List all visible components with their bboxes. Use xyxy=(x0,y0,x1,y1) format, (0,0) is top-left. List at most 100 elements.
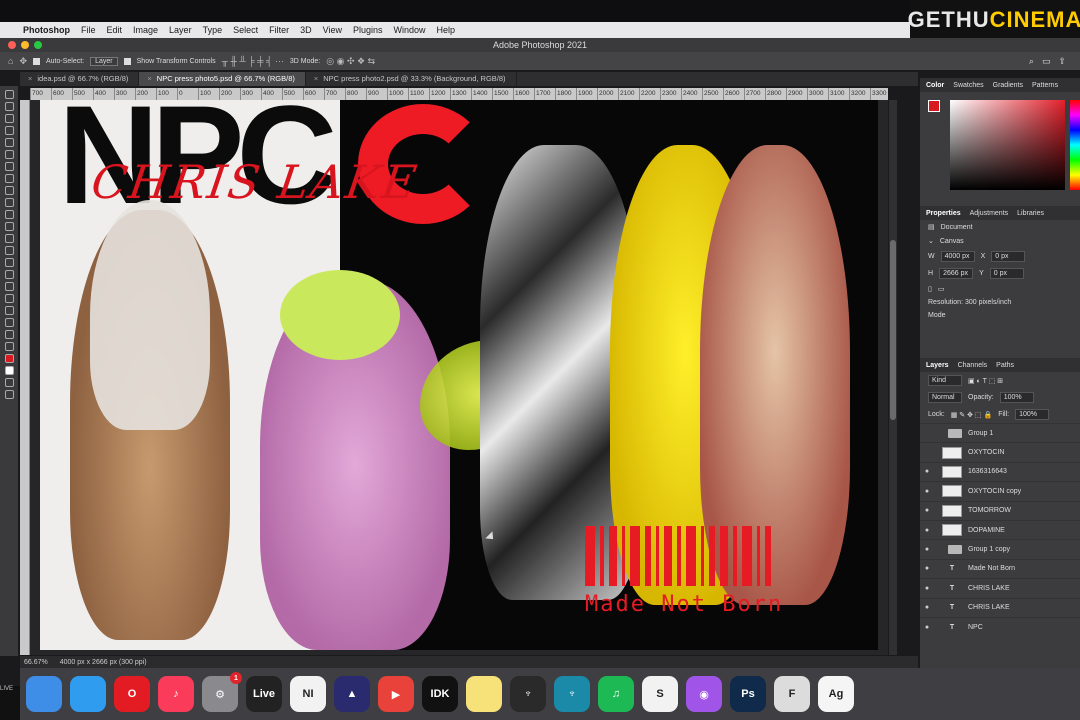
move-tool[interactable] xyxy=(4,90,14,99)
vertical-scrollbar[interactable] xyxy=(889,100,897,655)
layer-row[interactable]: ● T CHRIS LAKE xyxy=(920,597,1080,617)
document-info[interactable]: 4000 px x 2666 px (300 ppi) xyxy=(60,659,147,666)
move-tool-icon[interactable]: ✥ xyxy=(19,56,27,67)
3d-tools-icons[interactable]: ◎ ◉ ✣ ❖ ⇆ xyxy=(326,56,375,67)
menu-plugins[interactable]: Plugins xyxy=(353,25,383,35)
visibility-eye-icon[interactable]: ● xyxy=(920,585,934,592)
screen-mode-tool[interactable] xyxy=(4,390,14,399)
brush-tool[interactable] xyxy=(4,186,14,195)
eyedropper-tool[interactable] xyxy=(4,162,14,171)
dock-idk-icon[interactable]: IDK xyxy=(422,676,458,712)
dock-podcasts-icon[interactable]: ◉ xyxy=(686,676,722,712)
document-tab[interactable]: × idea.psd @ 66.7% (RGB/8) xyxy=(20,72,140,86)
menu-type[interactable]: Type xyxy=(203,25,223,35)
dock-photoshop-icon[interactable]: Ps xyxy=(730,676,766,712)
layer-kind-filter[interactable]: Kind xyxy=(928,375,962,386)
zoom-window-icon[interactable] xyxy=(34,41,42,49)
more-tools[interactable] xyxy=(4,342,14,351)
dock-live-icon[interactable]: Live xyxy=(246,676,282,712)
document-tab-active[interactable]: × NPC press photo5.psd @ 66.7% (RGB/8) xyxy=(139,72,306,86)
shape-tool[interactable] xyxy=(4,306,14,315)
menu-app-name[interactable]: Photoshop xyxy=(23,25,70,35)
layer-row[interactable]: OXYTOCIN xyxy=(920,442,1080,461)
close-tab-icon[interactable]: × xyxy=(147,74,151,83)
dock-console-1-icon[interactable]: ♆ xyxy=(510,676,546,712)
dock-protools-icon[interactable]: ▲ xyxy=(334,676,370,712)
visibility-eye-icon[interactable]: ● xyxy=(920,507,934,514)
transform-controls-checkbox[interactable] xyxy=(123,57,131,65)
type-tool[interactable] xyxy=(4,282,14,291)
blur-tool[interactable] xyxy=(4,246,14,255)
eraser-tool[interactable] xyxy=(4,222,14,231)
history-brush-tool[interactable] xyxy=(4,210,14,219)
width-field[interactable]: 4000 px xyxy=(940,251,975,262)
dock-fontbook-icon[interactable]: F xyxy=(774,676,810,712)
foreground-color-swatch[interactable] xyxy=(4,354,14,363)
menu-view[interactable]: View xyxy=(323,25,342,35)
visibility-eye-icon[interactable]: ● xyxy=(920,624,934,631)
opacity-field[interactable]: 100% xyxy=(999,392,1034,403)
crop-tool[interactable] xyxy=(4,138,14,147)
tab-libraries[interactable]: Libraries xyxy=(1017,210,1044,217)
close-tab-icon[interactable]: × xyxy=(28,74,32,83)
dock-spotify-icon[interactable]: ♫ xyxy=(598,676,634,712)
menu-help[interactable]: Help xyxy=(437,25,456,35)
background-color-swatch[interactable] xyxy=(4,366,14,375)
visibility-eye-icon[interactable]: ● xyxy=(920,546,934,553)
frame-tool[interactable] xyxy=(4,150,14,159)
tab-adjustments[interactable]: Adjustments xyxy=(970,210,1009,217)
color-picker-field[interactable] xyxy=(950,100,1065,190)
tab-swatches[interactable]: Swatches xyxy=(953,82,983,89)
tab-channels[interactable]: Channels xyxy=(958,362,988,369)
layer-row[interactable]: ● T Made Not Born xyxy=(920,558,1080,578)
layer-row[interactable]: ● 1636316643 xyxy=(920,461,1080,481)
lock-icons[interactable]: ▦ ✎ ✥ ⬚ 🔒 xyxy=(951,411,992,419)
layer-row[interactable]: ● OXYTOCIN copy xyxy=(920,481,1080,500)
layer-row[interactable]: ● TOMORROW xyxy=(920,500,1080,520)
dodge-tool[interactable] xyxy=(4,258,14,267)
horizontal-ruler[interactable]: 700 600 500 400 300 200 100 0 100 200 300 400 500 600… xyxy=(30,88,888,100)
y-field[interactable]: 0 px xyxy=(989,268,1024,279)
zoom-level[interactable]: 66.67% xyxy=(24,659,48,666)
chevron-down-icon[interactable]: ⌄ xyxy=(928,237,934,245)
dock-notes-icon[interactable] xyxy=(466,676,502,712)
minimize-window-icon[interactable] xyxy=(21,41,29,49)
visibility-eye-icon[interactable]: ● xyxy=(920,527,934,534)
tab-layers[interactable]: Layers xyxy=(926,362,949,369)
foreground-swatch[interactable] xyxy=(928,100,940,112)
portrait-icon[interactable]: ▯ xyxy=(928,285,932,293)
home-icon[interactable]: ⌂ xyxy=(8,56,13,66)
path-select-tool[interactable] xyxy=(4,294,14,303)
hand-tool[interactable] xyxy=(4,318,14,327)
layer-row[interactable]: ● T NPC xyxy=(920,616,1080,636)
menu-layer[interactable]: Layer xyxy=(169,25,192,35)
dock-ni-icon[interactable]: NI xyxy=(290,676,326,712)
landscape-icon[interactable]: ▭ xyxy=(938,285,945,293)
menu-image[interactable]: Image xyxy=(133,25,158,35)
dock-font-file-icon[interactable]: Ag xyxy=(818,676,854,712)
dock-system-preferences-icon[interactable]: ⚙ 1 xyxy=(202,672,242,712)
quick-select-tool[interactable] xyxy=(4,126,14,135)
healing-tool[interactable] xyxy=(4,174,14,183)
filter-icons[interactable]: ▣ ◐ T ⬚ ⊞ xyxy=(968,377,1003,385)
tab-properties[interactable]: Properties xyxy=(926,210,961,217)
canvas-section[interactable]: ⌄ Canvas xyxy=(920,234,1080,248)
vertical-ruler[interactable] xyxy=(20,100,30,655)
layer-row[interactable]: ● DOPAMINE xyxy=(920,519,1080,539)
dock-opera-icon[interactable]: O xyxy=(114,676,150,712)
blend-mode-dropdown[interactable]: Normal xyxy=(928,392,962,403)
marquee-tool[interactable] xyxy=(4,102,14,111)
menu-edit[interactable]: Edit xyxy=(107,25,123,35)
workspace-icon[interactable]: ▭ xyxy=(1042,56,1051,67)
menu-filter[interactable]: Filter xyxy=(269,25,289,35)
close-tab-icon[interactable]: × xyxy=(314,74,318,83)
artwork-canvas[interactable]: NPC CHRIS LAKE Made Not Born xyxy=(40,100,878,650)
align-icons[interactable]: ╥ ╫ ╨ ╞ ╪ ╡ ··· xyxy=(222,56,284,66)
menu-3d[interactable]: 3D xyxy=(300,25,312,35)
auto-select-checkbox[interactable] xyxy=(32,57,40,65)
tab-color[interactable]: Color xyxy=(926,82,944,89)
x-field[interactable]: 0 px xyxy=(991,251,1026,262)
visibility-eye-icon[interactable]: ● xyxy=(920,604,934,611)
search-icon[interactable]: ⌕ xyxy=(1029,56,1034,67)
dock-speedify-icon[interactable]: ▶ xyxy=(378,676,414,712)
